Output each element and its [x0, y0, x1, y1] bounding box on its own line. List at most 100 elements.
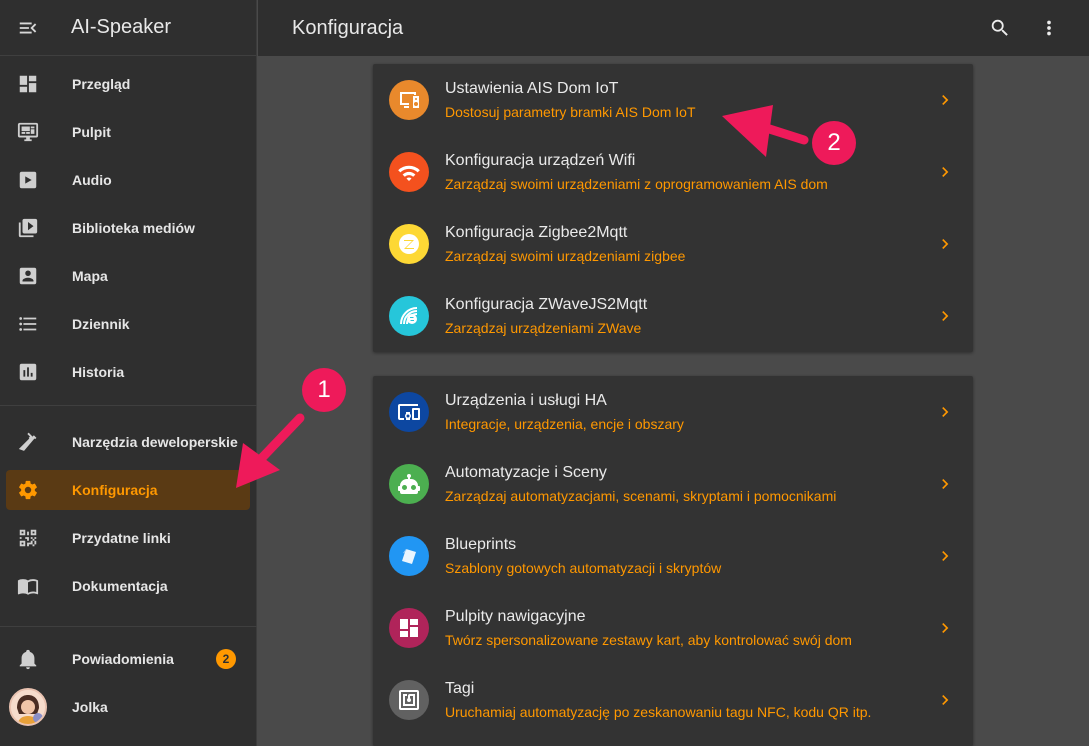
- chevron-right-icon: [935, 402, 955, 422]
- row-title: Tagi: [445, 680, 475, 697]
- sidebar-item-label: Pulpit: [72, 124, 111, 140]
- config-row-blueprints[interactable]: Blueprints Szablony gotowych automatyzac…: [373, 520, 973, 592]
- hammer-icon: [6, 431, 50, 453]
- chevron-right-icon: [935, 474, 955, 494]
- row-subtitle: Dostosuj parametry bramki AIS Dom IoT: [445, 104, 696, 120]
- sidebar-item-biblioteka-mediow[interactable]: Biblioteka mediów: [6, 208, 250, 248]
- row-title: Blueprints: [445, 536, 517, 553]
- top-app-bar: Konfiguracja: [258, 0, 1089, 56]
- sidebar-item-narzedzia-deweloperskie[interactable]: Narzędzia deweloperskie: [6, 422, 250, 462]
- annotation-marker-1: 1: [302, 368, 346, 412]
- row-title: Konfiguracja Zigbee2Mqtt: [445, 224, 628, 241]
- sidebar-item-dziennik[interactable]: Dziennik: [6, 304, 250, 344]
- sidebar-item-powiadomienia[interactable]: Powiadomienia 2: [6, 639, 250, 679]
- row-title: Ustawienia AIS Dom IoT: [445, 80, 619, 97]
- sidebar-item-konfiguracja[interactable]: Konfiguracja: [6, 470, 250, 510]
- row-title: Pulpity nawigacyjne: [445, 608, 586, 625]
- format-list-bulleted-icon: [6, 313, 50, 335]
- config-row-zigbee2mqtt[interactable]: Konfiguracja Zigbee2Mqtt Zarządzaj swoim…: [373, 208, 973, 280]
- page-title: Konfiguracja: [292, 16, 404, 39]
- bell-icon: [6, 648, 50, 670]
- row-subtitle: Szablony gotowych automatyzacji i skrypt…: [445, 560, 722, 576]
- chart-box-icon: [6, 361, 50, 383]
- chevron-right-icon: [935, 306, 955, 326]
- play-box-multiple-icon: [6, 217, 50, 239]
- sidebar-item-przeglad[interactable]: Przegląd: [6, 64, 250, 104]
- config-row-ais-dom-iot[interactable]: Ustawienia AIS Dom IoT Dostosuj parametr…: [373, 64, 973, 136]
- menu-toggle-button[interactable]: [0, 0, 56, 56]
- ha-config-card: Urządzenia i usługi HA Integracje, urząd…: [373, 376, 973, 746]
- row-title: Konfiguracja ZWaveJS2Mqtt: [445, 296, 648, 313]
- app-title: AI-Speaker: [71, 16, 172, 38]
- chevron-right-icon: [935, 546, 955, 566]
- zigbee-icon: [389, 224, 429, 264]
- sidebar-item-label: Narzędzia deweloperskie: [72, 434, 238, 450]
- config-row-devices[interactable]: Urządzenia i usługi HA Integracje, urząd…: [373, 376, 973, 448]
- sidebar-item-user[interactable]: Jolka: [6, 687, 250, 727]
- sidebar-item-label: Dokumentacja: [72, 578, 168, 594]
- robot-icon: [389, 464, 429, 504]
- sidebar-item-label: Audio: [72, 172, 112, 188]
- menu-open-icon: [19, 22, 37, 33]
- devices-icon: [389, 392, 429, 432]
- notification-count-badge: 2: [216, 649, 236, 669]
- sidebar-item-historia[interactable]: Historia: [6, 352, 250, 392]
- book-open-icon: [6, 575, 50, 597]
- search-icon: [991, 19, 1008, 36]
- blueprint-icon: [389, 536, 429, 576]
- sidebar-item-mapa[interactable]: Mapa: [6, 256, 250, 296]
- sidebar-item-label: Historia: [72, 364, 125, 380]
- zwave-icon: [389, 296, 429, 336]
- sidebar-item-label: Przydatne linki: [72, 530, 171, 546]
- sidebar-item-pulpit[interactable]: Pulpit: [6, 112, 250, 152]
- chevron-right-icon: [935, 618, 955, 638]
- config-row-zwavejs2mqtt[interactable]: Konfiguracja ZWaveJS2Mqtt Zarządzaj urzą…: [373, 280, 973, 352]
- monitor-dashboard-icon: [6, 121, 50, 143]
- view-dashboard-icon: [389, 608, 429, 648]
- row-subtitle: Twórz spersonalizowane zestawy kart, aby…: [445, 632, 852, 648]
- sidebar-item-label: Biblioteka mediów: [72, 220, 195, 236]
- config-row-dashboards[interactable]: Pulpity nawigacyjne Twórz spersonalizowa…: [373, 592, 973, 664]
- sidebar-item-label: Konfiguracja: [72, 482, 158, 498]
- wifi-icon: [389, 152, 429, 192]
- config-row-tags[interactable]: Tagi Uruchamiaj automatyzację po zeskano…: [373, 664, 973, 736]
- account-box-icon: [6, 265, 50, 287]
- config-row-wifi[interactable]: Konfiguracja urządzeń Wifi Zarządzaj swo…: [373, 136, 973, 208]
- chevron-right-icon: [935, 234, 955, 254]
- row-subtitle: Zarządzaj swoimi urządzeniami z oprogram…: [445, 176, 828, 192]
- sidebar-item-label: Dziennik: [72, 316, 130, 332]
- user-avatar-wrap: [6, 688, 50, 726]
- play-box-icon: [6, 169, 50, 191]
- monitor-speaker-icon: [389, 80, 429, 120]
- overflow-menu-button[interactable]: [1029, 8, 1069, 48]
- sidebar-divider: [0, 405, 257, 406]
- sidebar-item-label: Jolka: [72, 699, 108, 715]
- row-title: Urządzenia i usługi HA: [445, 392, 607, 409]
- chevron-right-icon: [935, 690, 955, 710]
- sidebar-header: AI-Speaker: [0, 0, 256, 56]
- avatar: [9, 688, 47, 726]
- dashboard-icon: [6, 73, 50, 95]
- row-subtitle: Zarządzaj urządzeniami ZWave: [445, 320, 642, 336]
- sidebar-item-label: Powiadomienia: [72, 651, 174, 667]
- chevron-right-icon: [935, 162, 955, 182]
- nfc-icon: [389, 680, 429, 720]
- config-row-automations[interactable]: Automatyzacje i Sceny Zarządzaj automaty…: [373, 448, 973, 520]
- qrcode-icon: [6, 527, 50, 549]
- sidebar-item-przydatne-linki[interactable]: Przydatne linki: [6, 518, 250, 558]
- row-subtitle: Zarządzaj automatyzacjami, scenami, skry…: [445, 488, 837, 504]
- search-button[interactable]: [980, 8, 1020, 48]
- row-title: Automatyzacje i Sceny: [445, 464, 607, 481]
- sidebar-divider: [0, 626, 257, 627]
- ais-config-card: Ustawienia AIS Dom IoT Dostosuj parametr…: [373, 64, 973, 352]
- row-subtitle: Uruchamiaj automatyzację po zeskanowaniu…: [445, 704, 872, 720]
- cog-icon: [6, 479, 50, 501]
- row-subtitle: Integracje, urządzenia, encje i obszary: [445, 416, 684, 432]
- sidebar: AI-Speaker Przegląd Pulpit Audio Bibliot…: [0, 0, 257, 746]
- row-subtitle: Zarządzaj swoimi urządzeniami zigbee: [445, 248, 686, 264]
- sidebar-item-audio[interactable]: Audio: [6, 160, 250, 200]
- sidebar-item-label: Mapa: [72, 268, 108, 284]
- dots-vertical-icon: [1047, 20, 1051, 36]
- annotation-marker-2: 2: [812, 121, 856, 165]
- sidebar-item-dokumentacja[interactable]: Dokumentacja: [6, 566, 250, 606]
